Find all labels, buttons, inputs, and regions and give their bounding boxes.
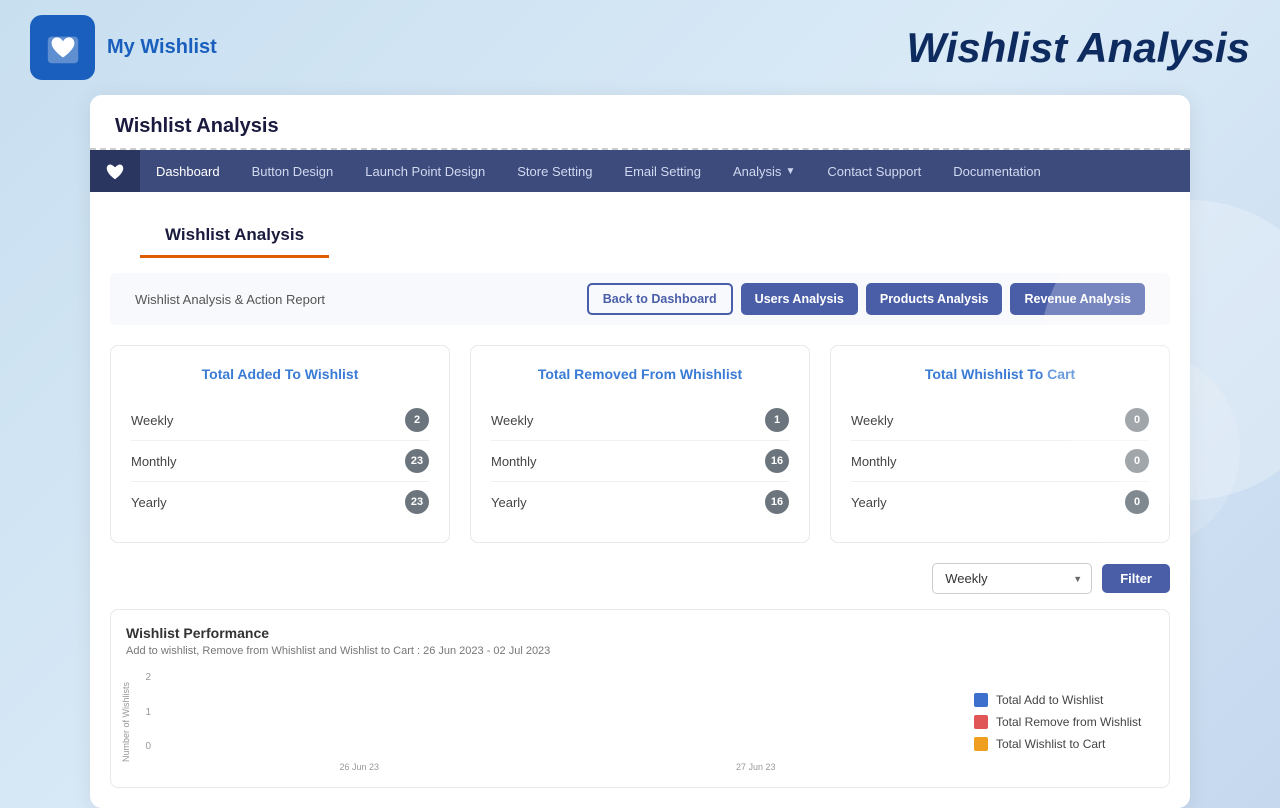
legend-dot-add [974, 693, 988, 707]
stat-cart-monthly-label: Monthly [851, 454, 897, 469]
filter-button[interactable]: Filter [1102, 564, 1170, 593]
filter-bar: Weekly Monthly Yearly Filter [110, 563, 1170, 594]
y-label-2: 2 [126, 672, 151, 683]
nav-item-documentation[interactable]: Documentation [937, 152, 1056, 191]
logo-box [30, 15, 95, 80]
bg-decoration-2 [1040, 350, 1240, 550]
stat-row: Weekly 1 [491, 400, 789, 441]
x-label-1: 26 Jun 23 [161, 762, 558, 772]
y-axis: 2 1 0 [126, 672, 156, 752]
stat-row: Monthly 16 [491, 441, 789, 482]
stat-row: Yearly 23 [131, 482, 429, 522]
back-to-dashboard-button[interactable]: Back to Dashboard [587, 283, 733, 315]
stat-card-removed: Total Removed From Whishlist Weekly 1 Mo… [470, 345, 810, 543]
nav-item-dashboard[interactable]: Dashboard [140, 152, 236, 191]
chart-bars-area [161, 672, 954, 752]
nav-item-launch-point[interactable]: Launch Point Design [349, 152, 501, 191]
action-bar: Wishlist Analysis & Action Report Back t… [110, 273, 1170, 325]
stat-removed-monthly-value: 16 [765, 449, 789, 473]
stat-added-yearly-label: Yearly [131, 495, 167, 510]
legend-dot-cart [974, 737, 988, 751]
stat-removed-title: Total Removed From Whishlist [491, 366, 789, 382]
stat-added-weekly-label: Weekly [131, 413, 173, 428]
logo-icon [44, 29, 82, 67]
x-axis-labels: 26 Jun 23 27 Jun 23 [161, 762, 954, 772]
stat-row: Yearly 16 [491, 482, 789, 522]
nav-item-store-setting[interactable]: Store Setting [501, 152, 608, 191]
nav-item-button-design[interactable]: Button Design [236, 152, 350, 191]
chart-canvas: Number of Wishlists 2 1 0 [126, 672, 954, 772]
stat-cart-weekly-label: Weekly [851, 413, 893, 428]
y-label-1: 1 [126, 707, 151, 718]
logo-area: My Wishlist [30, 15, 217, 80]
card-header: Wishlist Analysis [90, 95, 1190, 150]
products-analysis-button[interactable]: Products Analysis [866, 283, 1003, 315]
top-header: My Wishlist Wishlist Analysis [0, 0, 1280, 95]
nav-bar: Dashboard Button Design Launch Point Des… [90, 150, 1190, 192]
stat-removed-weekly-label: Weekly [491, 413, 533, 428]
stat-row: Monthly 23 [131, 441, 429, 482]
legend-dot-remove [974, 715, 988, 729]
stat-row: Weekly 2 [131, 400, 429, 441]
nav-logo [90, 150, 140, 192]
stat-removed-yearly-value: 16 [765, 490, 789, 514]
stat-removed-weekly-value: 1 [765, 408, 789, 432]
y-label-0: 0 [126, 741, 151, 752]
period-select-wrapper: Weekly Monthly Yearly [932, 563, 1092, 594]
chart-body: Number of Wishlists 2 1 0 [126, 672, 1154, 772]
legend-item-remove: Total Remove from Wishlist [974, 715, 1154, 729]
chart-section: Wishlist Performance Add to wishlist, Re… [110, 609, 1170, 788]
nav-item-analysis[interactable]: Analysis ▼ [717, 152, 811, 191]
analysis-dropdown-arrow: ▼ [785, 166, 795, 177]
stat-added-monthly-value: 23 [405, 449, 429, 473]
chart-legend: Total Add to Wishlist Total Remove from … [974, 672, 1154, 772]
card-header-title: Wishlist Analysis [115, 115, 279, 137]
legend-label-remove: Total Remove from Wishlist [996, 715, 1141, 729]
nav-item-email-setting[interactable]: Email Setting [608, 152, 717, 191]
stats-grid: Total Added To Wishlist Weekly 2 Monthly… [110, 345, 1170, 543]
stat-added-title: Total Added To Wishlist [131, 366, 429, 382]
main-page-title: Wishlist Analysis [906, 24, 1250, 72]
main-card: Wishlist Analysis Dashboard Button Desig… [90, 95, 1190, 808]
legend-item-add: Total Add to Wishlist [974, 693, 1154, 707]
stat-added-weekly-value: 2 [405, 408, 429, 432]
stat-added-monthly-label: Monthly [131, 454, 177, 469]
stat-removed-monthly-label: Monthly [491, 454, 537, 469]
chart-title: Wishlist Performance [126, 625, 1154, 641]
period-select[interactable]: Weekly Monthly Yearly [932, 563, 1092, 594]
app-name: My Wishlist [107, 36, 217, 59]
nav-item-contact-support[interactable]: Contact Support [811, 152, 937, 191]
stat-cart-yearly-label: Yearly [851, 495, 887, 510]
legend-item-cart: Total Wishlist to Cart [974, 737, 1154, 751]
nav-logo-icon [104, 160, 126, 182]
legend-label-add: Total Add to Wishlist [996, 693, 1103, 707]
page-subtitle: Wishlist Analysis [140, 207, 329, 258]
legend-label-cart: Total Wishlist to Cart [996, 737, 1105, 751]
page-subtitle-text: Wishlist Analysis [165, 225, 304, 244]
subtitle-container: Wishlist Analysis [90, 192, 1190, 273]
stat-card-added: Total Added To Wishlist Weekly 2 Monthly… [110, 345, 450, 543]
stat-added-yearly-value: 23 [405, 490, 429, 514]
x-label-2: 27 Jun 23 [558, 762, 955, 772]
chart-subtitle: Add to wishlist, Remove from Whishlist a… [126, 645, 1154, 657]
stat-removed-yearly-label: Yearly [491, 495, 527, 510]
action-bar-label: Wishlist Analysis & Action Report [135, 292, 325, 307]
users-analysis-button[interactable]: Users Analysis [741, 283, 858, 315]
